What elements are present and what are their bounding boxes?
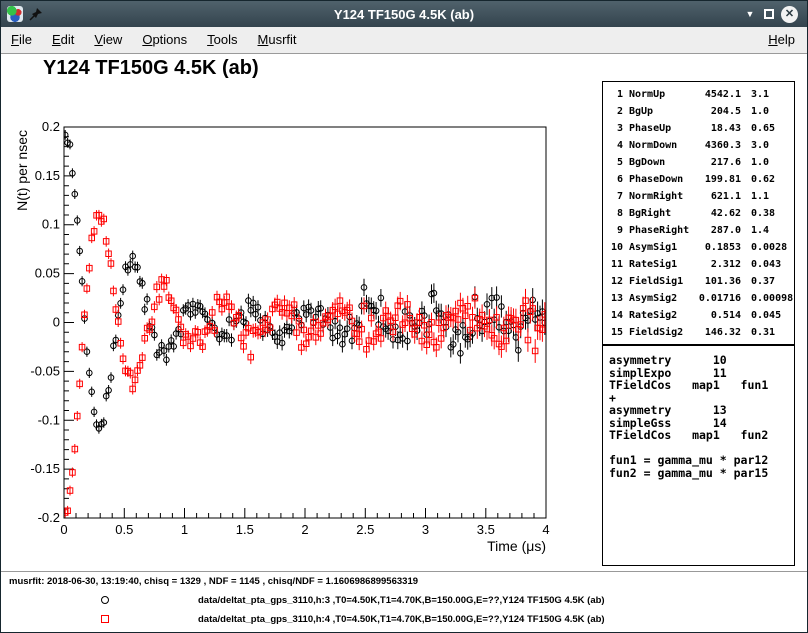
plot-canvas[interactable]: Y124 TF150G 4.5K (ab) 0 0.5 1 1.5 2 2.5 3 3.5 4 -… — [1, 54, 807, 632]
menu-item-view[interactable]: View — [84, 27, 132, 53]
svg-text:4: 4 — [542, 522, 549, 537]
theory-line: TFieldCos map1 fun1 — [609, 379, 794, 392]
legend-row: data/deltat_pta_gps_3110,h:4 ,T0=4.50K,T… — [1, 613, 807, 629]
svg-text:0.5: 0.5 — [115, 522, 133, 537]
svg-text:1.5: 1.5 — [236, 522, 254, 537]
theory-line: fun2 = gamma_mu * par15 — [609, 467, 794, 480]
application-window: Y124 TF150G 4.5K (ab) ▼ ✕ FileEditViewOp… — [0, 0, 808, 633]
svg-text:0.15: 0.15 — [35, 168, 60, 183]
menu-item-edit[interactable]: Edit — [42, 27, 84, 53]
parameter-row: 6PhaseDown199.810.62 — [609, 171, 794, 188]
parameter-box: 1NormUp4542.13.12BgUp204.51.03PhaseUp18.… — [602, 81, 795, 345]
svg-text:-0.05: -0.05 — [30, 363, 60, 378]
svg-text:-0.2: -0.2 — [38, 510, 60, 525]
menu-item-options[interactable]: Options — [132, 27, 197, 53]
window-title: Y124 TF150G 4.5K (ab) — [1, 7, 807, 22]
svg-text:0.2: 0.2 — [42, 119, 60, 134]
parameter-row: 3PhaseUp18.430.65 — [609, 120, 794, 137]
menu-item-file[interactable]: File — [1, 27, 42, 53]
minimize-button[interactable]: ▼ — [743, 7, 757, 21]
theory-lines: asymmetry 10simplExpo 11TFieldCos map1 f… — [609, 354, 794, 479]
svg-text:2.5: 2.5 — [356, 522, 374, 537]
svg-text:0.05: 0.05 — [35, 266, 60, 281]
parameter-row: 7NormRight621.11.1 — [609, 188, 794, 205]
legend-text: data/deltat_pta_gps_3110,h:3 ,T0=4.50K,T… — [198, 595, 605, 606]
black-circle-marker-icon — [101, 596, 109, 604]
parameter-row: 8BgRight42.620.38 — [609, 205, 794, 222]
plot-title: Y124 TF150G 4.5K (ab) — [43, 57, 259, 80]
theory-line: asymmetry 10 — [609, 354, 794, 367]
pin-icon[interactable] — [29, 7, 43, 21]
menu-item-tools[interactable]: Tools — [197, 27, 247, 53]
app-icon[interactable] — [7, 6, 23, 22]
parameter-row: 1NormUp4542.13.1 — [609, 86, 794, 103]
parameter-row: 13AsymSig20.017160.00098 — [609, 290, 794, 307]
theory-line: fun1 = gamma_mu * par12 — [609, 454, 794, 467]
legend-text: data/deltat_pta_gps_3110,h:4 ,T0=4.50K,T… — [198, 614, 605, 625]
parameter-row: 5BgDown217.61.0 — [609, 154, 794, 171]
plot-svg[interactable]: 0 0.5 1 1.5 2 2.5 3 3.5 4 -0.2 -0.15 -0.1 -0.05 0 0.05… — [11, 118, 556, 563]
info-divider — [1, 571, 807, 572]
menu-item-help[interactable]: Help — [756, 27, 807, 53]
menu-items: FileEditViewOptionsToolsMusrfit — [1, 27, 307, 53]
parameter-row: 14RateSig20.5140.045 — [609, 307, 794, 324]
parameter-row: 4NormDown4360.33.0 — [609, 137, 794, 154]
svg-text:2: 2 — [301, 522, 308, 537]
svg-text:0: 0 — [60, 522, 67, 537]
parameter-row: 10AsymSig10.18530.0028 — [609, 239, 794, 256]
parameter-row: 9PhaseRight287.01.4 — [609, 222, 794, 239]
parameter-row: 2BgUp204.51.0 — [609, 103, 794, 120]
parameter-row: 11RateSig12.3120.043 — [609, 256, 794, 273]
theory-line: TFieldCos map1 fun2 — [609, 429, 794, 442]
title-bar[interactable]: Y124 TF150G 4.5K (ab) ▼ ✕ — [1, 1, 807, 27]
svg-text:Time (μs): Time (μs) — [487, 538, 546, 554]
svg-text:N(t) per nsec: N(t) per nsec — [14, 130, 30, 211]
parameter-row: 15FieldSig2146.320.31 — [609, 324, 794, 341]
theory-line: asymmetry 13 — [609, 404, 794, 417]
legend-row: data/deltat_pta_gps_3110,h:3 ,T0=4.50K,T… — [1, 594, 807, 610]
close-button[interactable]: ✕ — [781, 6, 798, 23]
svg-text:0.1: 0.1 — [42, 217, 60, 232]
svg-text:0: 0 — [53, 315, 60, 330]
menu-bar: FileEditViewOptionsToolsMusrfit Help — [1, 27, 807, 54]
red-square-marker-icon — [101, 615, 109, 623]
svg-text:1: 1 — [181, 522, 188, 537]
fit-status: musrfit: 2018-06-30, 13:19:40, chisq = 1… — [9, 576, 418, 587]
parameter-row: 12FieldSig1101.360.37 — [609, 273, 794, 290]
svg-text:3: 3 — [422, 522, 429, 537]
svg-text:-0.15: -0.15 — [30, 461, 60, 476]
svg-text:3.5: 3.5 — [477, 522, 495, 537]
menu-item-musrfit[interactable]: Musrfit — [248, 27, 307, 53]
theory-box: asymmetry 10simplExpo 11TFieldCos map1 f… — [602, 345, 795, 566]
parameter-rows: 1NormUp4542.13.12BgUp204.51.03PhaseUp18.… — [609, 86, 794, 341]
svg-text:-0.1: -0.1 — [38, 412, 60, 427]
maximize-button[interactable] — [764, 9, 774, 19]
